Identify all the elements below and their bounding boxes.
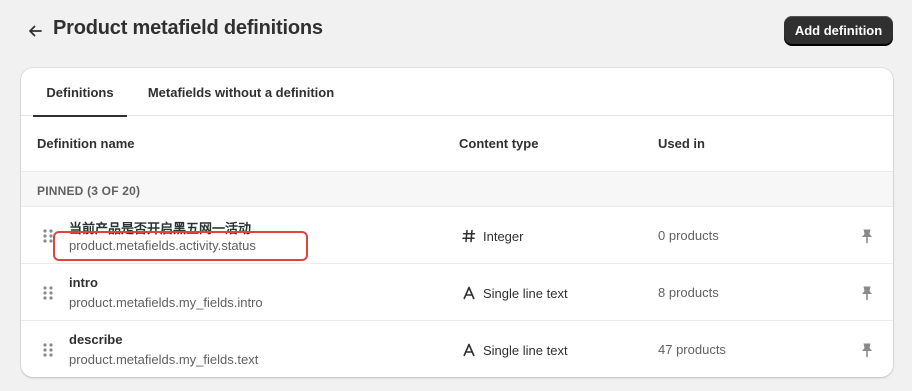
pinned-count-label: PINNED (3 OF 20) [37, 184, 141, 198]
definition-name[interactable]: describe [69, 332, 122, 347]
table-row[interactable]: 当前产品是否开启黑五网一活动 product.metafields.activi… [21, 207, 893, 264]
back-button[interactable] [22, 18, 48, 44]
definition-key: product.metafields.my_fields.intro [69, 295, 263, 310]
used-in-count: 0 products [658, 228, 719, 243]
pinned-section-header: PINNED (3 OF 20) [21, 171, 893, 207]
content-type: Integer [461, 228, 523, 244]
hash-icon [461, 228, 477, 244]
content-type-label: Integer [483, 228, 524, 244]
tab-bar: Definitions Metafields without a definit… [21, 68, 893, 117]
drag-handle-icon[interactable] [42, 342, 54, 358]
table-row[interactable]: intro product.metafields.my_fields.intro… [21, 264, 893, 321]
table-header: Definition name Content type Used in [21, 117, 893, 171]
text-icon [461, 285, 477, 301]
content-type: Single line text [461, 285, 568, 301]
pin-icon[interactable] [858, 284, 876, 302]
definition-name[interactable]: intro [69, 275, 98, 290]
pin-icon[interactable] [858, 227, 876, 245]
pin-icon[interactable] [858, 341, 876, 359]
definitions-card: Definitions Metafields without a definit… [21, 68, 893, 377]
table-row[interactable]: describe product.metafields.my_fields.te… [21, 321, 893, 377]
definition-key: product.metafields.activity.status [69, 238, 256, 253]
add-definition-button[interactable]: Add definition [784, 16, 893, 44]
definition-name[interactable]: 当前产品是否开启黑五网一活动 [69, 218, 251, 237]
arrow-left-icon [29, 25, 42, 37]
used-in-count: 47 products [658, 342, 726, 357]
content-type-label: Single line text [483, 285, 568, 301]
page-title: Product metafield definitions [53, 17, 323, 39]
tab-definitions[interactable]: Definitions [33, 68, 127, 117]
content-type: Single line text [461, 342, 568, 358]
drag-handle-icon[interactable] [42, 228, 54, 244]
text-icon [461, 342, 477, 358]
column-header-used-in: Used in [658, 136, 705, 151]
content-type-label: Single line text [483, 342, 568, 358]
column-header-content-type: Content type [459, 136, 539, 151]
column-header-definition-name: Definition name [37, 136, 135, 151]
drag-handle-icon[interactable] [42, 285, 54, 301]
tab-metafields-without-definition[interactable]: Metafields without a definition [137, 68, 345, 116]
definition-key: product.metafields.my_fields.text [69, 352, 259, 367]
page-header: Product metafield definitions Add defini… [0, 0, 912, 60]
used-in-count: 8 products [658, 285, 719, 300]
